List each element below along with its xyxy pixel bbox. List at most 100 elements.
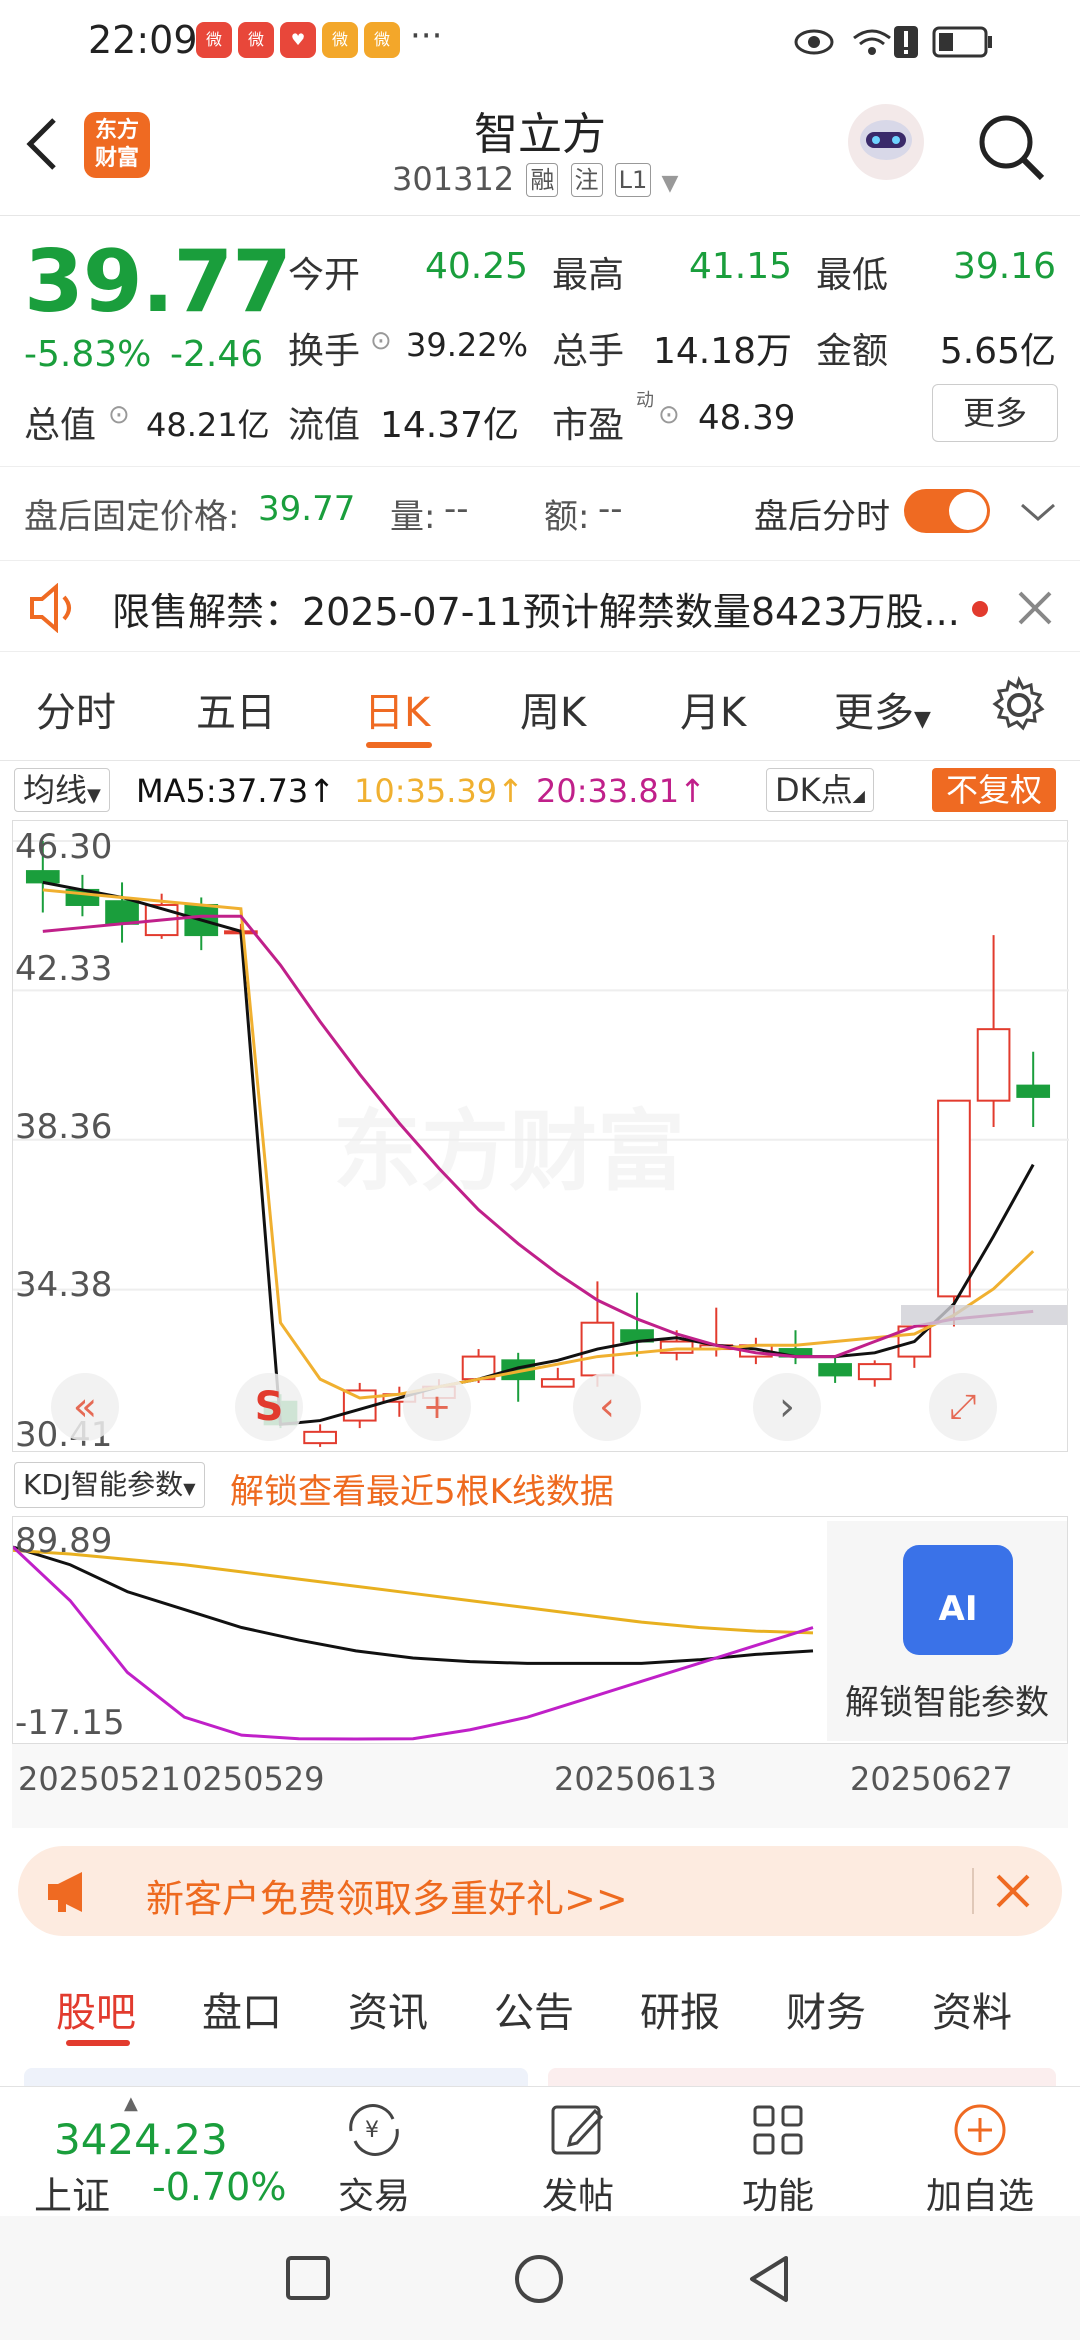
tab-research[interactable]: 研报	[640, 1980, 720, 2038]
high-label: 最高	[552, 255, 625, 296]
scroll-left-button[interactable]: ‹	[573, 1373, 641, 1441]
tab-order-book[interactable]: 盘口	[202, 1980, 282, 2038]
weibo-app-icon: 微	[322, 22, 358, 58]
candle	[976, 935, 1011, 1128]
tab-more[interactable]: 更多▼	[834, 680, 931, 738]
kdj-axis-top: 89.89	[15, 1521, 113, 1561]
ma5-line	[42, 880, 1035, 1426]
dropdown-caret-icon: ▼	[914, 707, 931, 732]
tab-finance[interactable]: 财务	[786, 1980, 866, 2038]
ma5-value: MA5:37.73↑	[136, 772, 336, 810]
candle	[580, 1281, 615, 1387]
info-icon[interactable]: ⊙	[658, 400, 680, 430]
open-label: 今开	[288, 255, 361, 296]
kline-chart[interactable]: 东方财富 46.30 42.33 38.36 34.38 30.41 « S +…	[12, 820, 1069, 1455]
megaphone-icon	[48, 1872, 82, 1912]
level-tag: L1	[614, 163, 652, 197]
s-marker-icon[interactable]: S	[235, 1373, 303, 1441]
stock-code[interactable]: 301312 融 注 L1 ▼	[392, 160, 678, 198]
amount-label: 金额	[816, 331, 889, 372]
candle	[303, 1424, 337, 1447]
index-value: 3424.23	[54, 2115, 228, 2164]
fullscreen-icon[interactable]: ⤢	[929, 1373, 997, 1441]
adjust-button[interactable]: 不复权	[932, 768, 1057, 812]
tab-profile[interactable]: 资料	[932, 1980, 1012, 2038]
weibo-app-icon: 微	[364, 22, 400, 58]
kdj-J-line	[13, 1545, 814, 1741]
chevron-down-icon[interactable]	[1018, 497, 1058, 527]
system-nav-bar	[0, 2216, 1080, 2340]
indicator-select[interactable]: 均线▼	[14, 768, 110, 812]
after-hours-amount: --	[598, 489, 623, 529]
tab-guba[interactable]: 股吧	[56, 1980, 136, 2038]
recent-apps-icon[interactable]	[284, 2254, 332, 2302]
dk-point-select[interactable]: DK点◢	[766, 768, 874, 812]
ma10-line	[42, 888, 1035, 1400]
close-icon[interactable]	[1016, 589, 1054, 627]
status-icons	[794, 26, 992, 58]
search-icon[interactable]	[974, 110, 1048, 184]
tab-intraday[interactable]: 分时	[36, 680, 116, 738]
battery-icon	[932, 26, 992, 58]
crosshair-icon[interactable]: +	[403, 1373, 471, 1441]
margin-tag: 融	[526, 163, 559, 197]
float-cap-label: 流值	[288, 405, 361, 446]
low-value: 39.16	[952, 246, 1056, 287]
candle	[105, 882, 139, 943]
info-icon[interactable]: ⊙	[370, 326, 392, 356]
promo-banner[interactable]: 新客户免费领取多重好礼>>	[18, 1846, 1062, 1936]
bottom-toolbar: ▲ 3424.23 上证 -0.70% ¥ 交易 发帖 功能 加自选	[0, 2086, 1080, 2219]
date-axis: 20250521 0250529 20250613 20250627	[12, 1744, 1068, 1828]
tab-weekly-k[interactable]: 周K	[520, 680, 586, 738]
trade-button[interactable]: ¥ 交易	[304, 2097, 444, 2219]
back-nav-icon[interactable]	[744, 2252, 794, 2306]
add-watchlist-button[interactable]: 加自选	[910, 2097, 1050, 2219]
kdj-chart[interactable]: 89.89 -17.15 AI 解锁智能参数	[12, 1516, 1068, 1744]
promo-text: 新客户免费领取多重好礼>>	[146, 1877, 628, 1921]
pe-label: 市盈	[552, 405, 625, 446]
kdj-unlock-text[interactable]: 解锁查看最近5根K线数据	[230, 1464, 614, 1513]
active-tab-underline	[366, 742, 432, 748]
date-label: 20250627	[850, 1760, 1013, 1798]
alert-icon	[894, 26, 918, 58]
home-icon[interactable]	[512, 2252, 566, 2306]
after-hours-volume-label: 量:	[390, 497, 436, 537]
turnover-value: 39.22%	[405, 326, 528, 364]
candle	[857, 1360, 892, 1387]
robot-assistant-icon[interactable]	[846, 102, 926, 182]
after-hours-row: 盘后固定价格: 39.77 量: -- 额: -- 盘后分时	[0, 466, 1080, 560]
market-cap-value: 48.21亿	[146, 406, 270, 444]
more-quote-button[interactable]: 更多	[932, 384, 1058, 442]
weibo-app-icon: 微	[196, 22, 232, 58]
low-label: 最低	[816, 255, 889, 296]
after-hours-chart-label: 盘后分时	[754, 497, 890, 537]
pe-value: 48.39	[698, 398, 796, 438]
volume-label: 总手	[552, 331, 625, 372]
tab-announcements[interactable]: 公告	[494, 1980, 574, 2038]
functions-button[interactable]: 功能	[708, 2097, 848, 2219]
kdj-select[interactable]: KDJ智能参数▼	[14, 1462, 205, 1508]
card-preview	[24, 2068, 528, 2086]
scroll-right-button[interactable]: ›	[753, 1373, 821, 1441]
dropdown-caret-icon: ▼	[661, 171, 679, 196]
tab-news[interactable]: 资讯	[348, 1980, 428, 2038]
tab-monthly-k[interactable]: 月K	[680, 680, 746, 738]
registration-tag: 注	[570, 163, 603, 197]
after-hours-toggle[interactable]	[904, 489, 990, 533]
float-cap-value: 14.37亿	[380, 405, 520, 446]
close-icon[interactable]	[994, 1872, 1032, 1910]
post-button[interactable]: 发帖	[508, 2097, 648, 2219]
pe-dynamic-mark: 动	[636, 390, 654, 411]
gear-icon[interactable]	[990, 676, 1048, 734]
notice-bar[interactable]: 限售解禁：2025-07-11预计解禁数量8423万股...	[0, 560, 1080, 652]
tab-five-day[interactable]: 五日	[196, 680, 276, 738]
tab-daily-k[interactable]: 日K	[364, 680, 430, 738]
info-icon[interactable]: ⊙	[108, 400, 130, 430]
zoom-out-button[interactable]: «	[51, 1373, 119, 1441]
trade-icon: ¥	[349, 2104, 399, 2156]
candle	[937, 1099, 971, 1327]
ai-unlock-panel[interactable]: AI 解锁智能参数	[827, 1521, 1067, 1741]
kline-plot	[13, 840, 1069, 1447]
after-hours-price-label: 盘后固定价格:	[24, 497, 240, 537]
svg-text:¥: ¥	[365, 2118, 379, 2143]
